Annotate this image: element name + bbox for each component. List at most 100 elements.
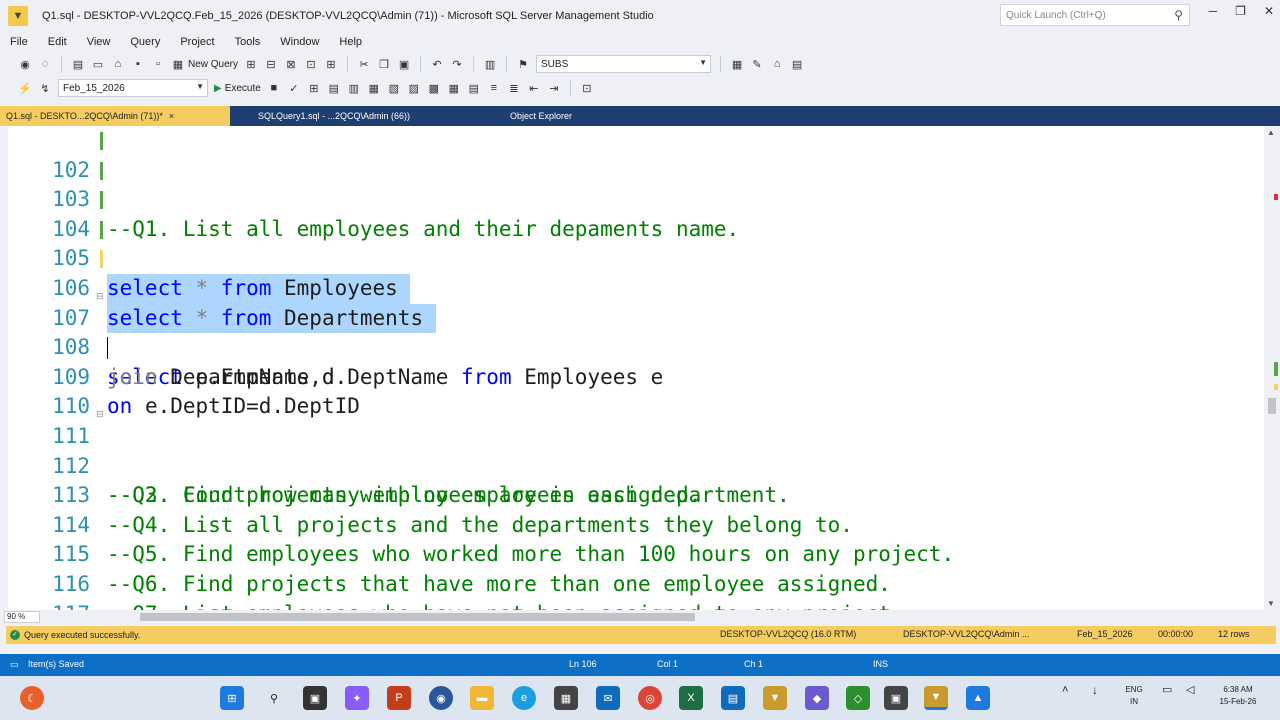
show-hidden-icon[interactable]: ˄ <box>1062 684 1068 696</box>
network-icon[interactable]: ▭ <box>1162 684 1172 696</box>
menu-bar: File Edit View Query Project Tools Windo… <box>0 32 1280 52</box>
execute-button[interactable]: ▶ Execute <box>214 83 261 94</box>
dmx-query-icon[interactable]: ⊡ <box>304 57 318 71</box>
toolbox-icon[interactable]: ⌂ <box>770 57 784 71</box>
increase-indent-icon[interactable]: ⇥ <box>547 81 561 95</box>
find-in-files-icon[interactable]: ⚑ <box>516 57 530 71</box>
redo-icon[interactable]: ↷ <box>450 57 464 71</box>
code-line-110: 110 <box>0 363 1264 418</box>
menu-window[interactable]: Window <box>280 36 319 48</box>
results-text-icon[interactable]: ▩ <box>427 81 441 95</box>
decrease-indent-icon[interactable]: ⇤ <box>527 81 541 95</box>
close-icon[interactable]: × <box>169 111 174 121</box>
estimated-plan-icon[interactable]: ⊞ <box>307 81 321 95</box>
windows-taskbar: ☾ ⊞ ⚲ ▣ ✦ P ◉ ▬ e ▦ ✉ ◎ X ▤ ▼ ◆ ◇ ▣ ▼ ▲ … <box>0 676 1280 720</box>
new-project-icon[interactable]: ▤ <box>71 57 85 71</box>
client-stats-icon[interactable]: ▨ <box>407 81 421 95</box>
actual-plan-icon[interactable]: ▦ <box>367 81 381 95</box>
task-view-icon[interactable]: ▣ <box>303 686 327 710</box>
object-explorer-icon[interactable]: ▦ <box>730 57 744 71</box>
new-query-label: New Query <box>188 58 239 70</box>
clock[interactable]: 6:38 AM 15-Feb-26 <box>1214 684 1262 708</box>
open-folder-icon[interactable]: ⌂ <box>111 57 125 71</box>
analysis-query-icon[interactable]: ⊟ <box>264 57 278 71</box>
connect-icon[interactable]: ⚡ <box>18 81 32 95</box>
available-databases-combo[interactable]: Feb_15_2026 ▼ <box>58 79 208 97</box>
copilot-icon[interactable]: ✦ <box>345 686 369 710</box>
scroll-up-icon[interactable]: ▲ <box>1267 128 1275 137</box>
specify-values-icon[interactable]: ⊡ <box>580 81 594 95</box>
excel-icon[interactable]: X <box>679 686 703 710</box>
tab-sqlquery1-sql[interactable]: SQLQuery1.sql - ...2QCQ\Admin (66)) <box>230 106 480 126</box>
ssms-taskbar-icon[interactable]: ▼ <box>763 686 787 710</box>
intellisense-icon[interactable]: ▤ <box>327 81 341 95</box>
app-icon[interactable]: ◇ <box>846 686 870 710</box>
execute-label: Execute <box>224 82 261 94</box>
language-indicator[interactable]: ENG IN <box>1124 684 1144 708</box>
volume-icon[interactable]: ◁ <box>1186 684 1194 696</box>
change-connection-icon[interactable]: ↯ <box>38 81 52 95</box>
scroll-thumb[interactable] <box>140 613 695 621</box>
properties-icon[interactable]: ✎ <box>750 57 764 71</box>
comment-icon[interactable]: ≡ <box>487 81 501 95</box>
app-icon[interactable]: ◆ <box>805 686 829 710</box>
ssms-active-icon[interactable]: ▼ <box>924 686 948 710</box>
notes-icon[interactable]: ▤ <box>721 686 745 710</box>
uncomment-icon[interactable]: ≣ <box>507 81 521 95</box>
menu-project[interactable]: Project <box>180 36 214 48</box>
menu-tools[interactable]: Tools <box>235 36 261 48</box>
scroll-thumb[interactable] <box>1268 398 1276 414</box>
query-editor[interactable]: 102 --Q1. List all employees and their d… <box>0 126 1264 610</box>
mail-icon[interactable]: ✉ <box>596 686 620 710</box>
app-icon[interactable]: ▣ <box>884 686 908 710</box>
close-icon[interactable]: ✕ <box>1264 4 1274 18</box>
parse-icon[interactable]: ✓ <box>287 81 301 95</box>
horizontal-scrollbar[interactable]: 90 % <box>0 610 1280 624</box>
query-options-icon[interactable]: ▥ <box>347 81 361 95</box>
cut-icon[interactable]: ✂ <box>357 57 371 71</box>
tab-object-explorer[interactable]: Object Explorer <box>480 106 640 126</box>
app-icon[interactable]: ▲ <box>966 686 990 710</box>
download-icon[interactable]: ↓ <box>1092 684 1098 696</box>
menu-query[interactable]: Query <box>130 36 160 48</box>
minimize-icon[interactable]: ─ <box>1209 4 1218 18</box>
results-file-icon[interactable]: ▤ <box>467 81 481 95</box>
search-icon[interactable]: ⚲ <box>262 686 286 710</box>
edge-icon[interactable]: e <box>512 686 536 710</box>
live-stats-icon[interactable]: ▧ <box>387 81 401 95</box>
menu-help[interactable]: Help <box>339 36 362 48</box>
stop-icon[interactable]: ■ <box>267 81 281 95</box>
start-icon[interactable]: ⊞ <box>220 686 244 710</box>
copy-icon[interactable]: ❐ <box>377 57 391 71</box>
save-all-icon[interactable]: ▫ <box>151 57 165 71</box>
open-file-icon[interactable]: ▭ <box>91 57 105 71</box>
chrome-icon[interactable]: ◎ <box>638 686 662 710</box>
undo-icon[interactable]: ↶ <box>430 57 444 71</box>
database-engine-query-icon[interactable]: ⊞ <box>244 57 258 71</box>
widgets-icon[interactable]: ☾ <box>20 686 44 710</box>
store-icon[interactable]: ▦ <box>554 686 578 710</box>
file-explorer-icon[interactable]: ▬ <box>470 686 494 710</box>
forward-icon[interactable]: ◌ <box>38 57 52 71</box>
back-icon[interactable]: ◉ <box>18 57 32 71</box>
scroll-down-icon[interactable]: ▼ <box>1267 599 1275 608</box>
save-icon[interactable]: ▪ <box>131 57 145 71</box>
chat-icon[interactable]: ◉ <box>429 686 453 710</box>
maximize-icon[interactable]: ❐ <box>1235 4 1246 18</box>
quick-launch-input[interactable]: Quick Launch (Ctrl+Q) ⚲ <box>1000 4 1190 26</box>
tab-q1-sql[interactable]: Q1.sql - DESKTO...2QCQ\Admin (71))* × <box>0 106 230 126</box>
options-icon[interactable]: ▤ <box>790 57 804 71</box>
solution-search-combo[interactable]: SUBS ▼ <box>536 55 712 73</box>
menu-edit[interactable]: Edit <box>48 36 67 48</box>
mdx-query-icon[interactable]: ⊠ <box>284 57 298 71</box>
powerpoint-icon[interactable]: P <box>387 686 411 710</box>
results-grid-icon[interactable]: ▦ <box>447 81 461 95</box>
xmla-query-icon[interactable]: ⊞ <box>324 57 338 71</box>
menu-file[interactable]: File <box>10 36 28 48</box>
paste-icon[interactable]: ▣ <box>397 57 411 71</box>
navigate-icon[interactable]: ▥ <box>483 57 497 71</box>
menu-view[interactable]: View <box>87 36 111 48</box>
vertical-scrollbar[interactable]: ▲ ▼ <box>1264 126 1280 610</box>
new-query-button[interactable]: ▦ New Query <box>171 57 238 71</box>
zoom-combo[interactable]: 90 % <box>4 611 40 623</box>
